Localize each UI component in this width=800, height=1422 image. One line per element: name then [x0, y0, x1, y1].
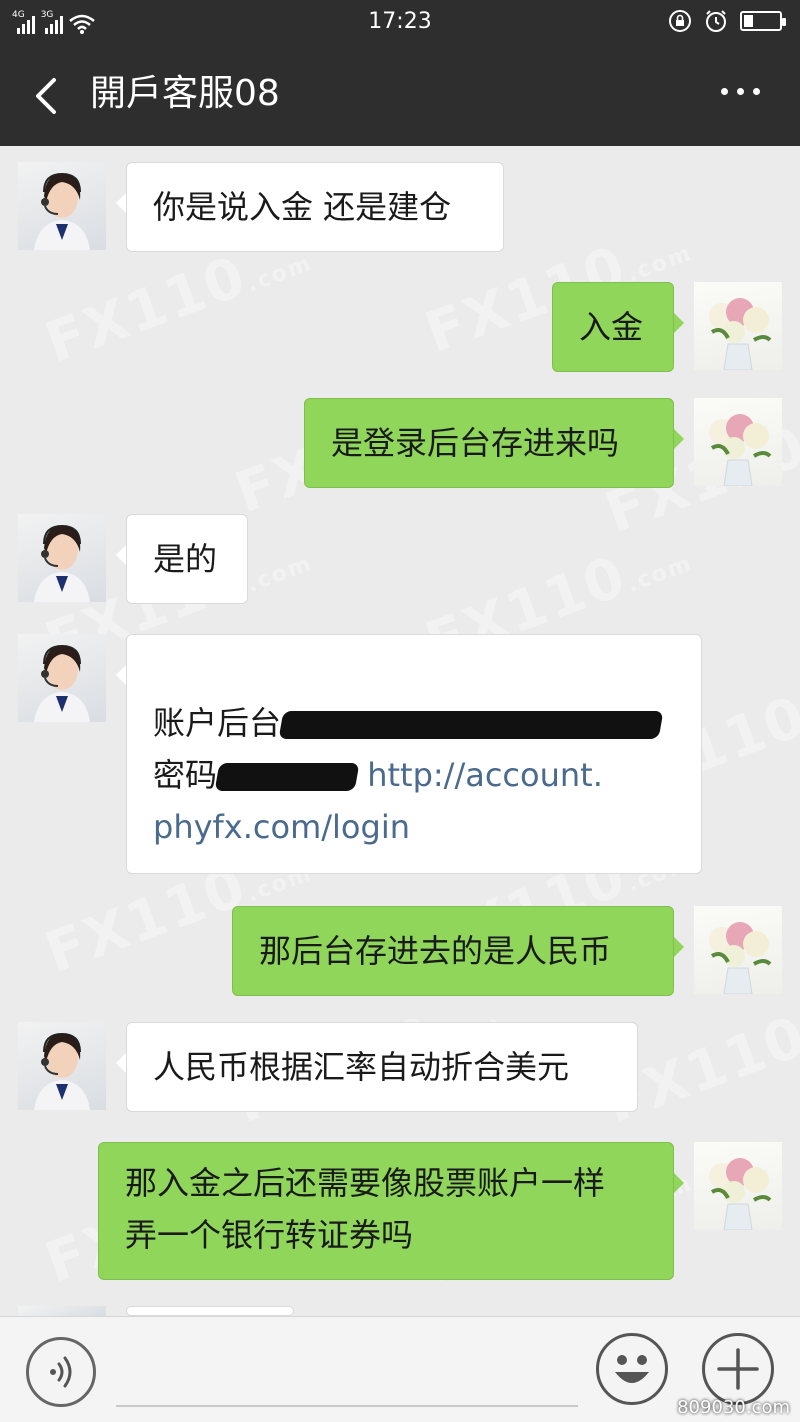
more-dots-icon[interactable] [721, 88, 760, 95]
message-text: 是的 [153, 540, 218, 578]
incoming-message[interactable]: 是的 [116, 514, 248, 604]
rotation-lock-icon [669, 10, 691, 32]
outgoing-message[interactable]: 是登录后台存进来吗 [304, 398, 684, 488]
battery-icon [740, 11, 786, 31]
message-input[interactable] [116, 1339, 578, 1407]
agent-avatar[interactable] [18, 514, 106, 602]
my-avatar[interactable] [694, 906, 782, 994]
password-label: 密码 [153, 756, 218, 794]
redaction-scribble [278, 711, 664, 739]
message-text-line1: 那入金之后还需要像股票账户一样 [125, 1164, 606, 1202]
chat-header: 開戶客服08 [0, 44, 800, 146]
my-avatar[interactable] [694, 282, 782, 370]
link-line: phyfx.com/login [153, 801, 675, 853]
incoming-message[interactable]: 你是说入金 还是建仓 [116, 162, 504, 252]
redaction-scribble [214, 763, 360, 791]
chevron-left-icon[interactable] [28, 76, 64, 116]
voice-icon [50, 1356, 72, 1388]
chat-area[interactable]: FX110.com FX110.com FX110.com FX110.com … [0, 146, 800, 1316]
outgoing-message[interactable]: 那后台存进去的是人民币 [232, 906, 684, 996]
emoji-button[interactable] [596, 1333, 668, 1405]
message-text: 你是说入金 还是建仓 [153, 188, 452, 226]
incoming-message[interactable]: 人民币根据汇率自动折合美元 [116, 1022, 638, 1112]
emoji-icon [615, 1355, 649, 1383]
login-link-continued[interactable]: phyfx.com/login [153, 808, 410, 846]
voice-button[interactable] [26, 1337, 96, 1407]
message-text: 入金 [579, 308, 644, 346]
account-label: 账户后台 [153, 704, 282, 742]
input-bar: 809030.com [0, 1316, 800, 1422]
site-watermark: 809030.com [677, 1397, 790, 1418]
agent-avatar[interactable] [18, 162, 106, 250]
message-text-line2: 弄一个银行转证券吗 [125, 1216, 414, 1254]
alarm-icon [706, 10, 726, 32]
plus-button[interactable] [702, 1333, 774, 1405]
password-line: 密码 http://account. [153, 749, 675, 801]
status-bar: 4G 3G 17:23 [0, 0, 800, 44]
battery-level [744, 15, 753, 27]
chat-title: 開戶客服08 [90, 73, 280, 114]
login-link[interactable]: http://account. [367, 756, 603, 794]
incoming-message-partial [126, 1306, 294, 1316]
incoming-message-account-info[interactable]: 账户后台 密码 http://account. phyfx.com/login [116, 634, 702, 874]
my-avatar[interactable] [694, 1142, 782, 1230]
message-text: 人民币根据汇率自动折合美元 [153, 1048, 570, 1086]
outgoing-message[interactable]: 入金 [552, 282, 684, 372]
agent-avatar[interactable] [18, 634, 106, 722]
account-line: 账户后台 [153, 697, 675, 749]
status-right [668, 8, 786, 34]
agent-avatar[interactable] [18, 1022, 106, 1110]
message-text: 那后台存进去的是人民币 [259, 932, 612, 970]
plus-icon [717, 1348, 759, 1390]
outgoing-message[interactable]: 那入金之后还需要像股票账户一样 弄一个银行转证券吗 [98, 1142, 684, 1280]
agent-avatar-partial [18, 1306, 106, 1316]
my-avatar[interactable] [694, 398, 782, 486]
message-text: 是登录后台存进来吗 [331, 424, 620, 462]
